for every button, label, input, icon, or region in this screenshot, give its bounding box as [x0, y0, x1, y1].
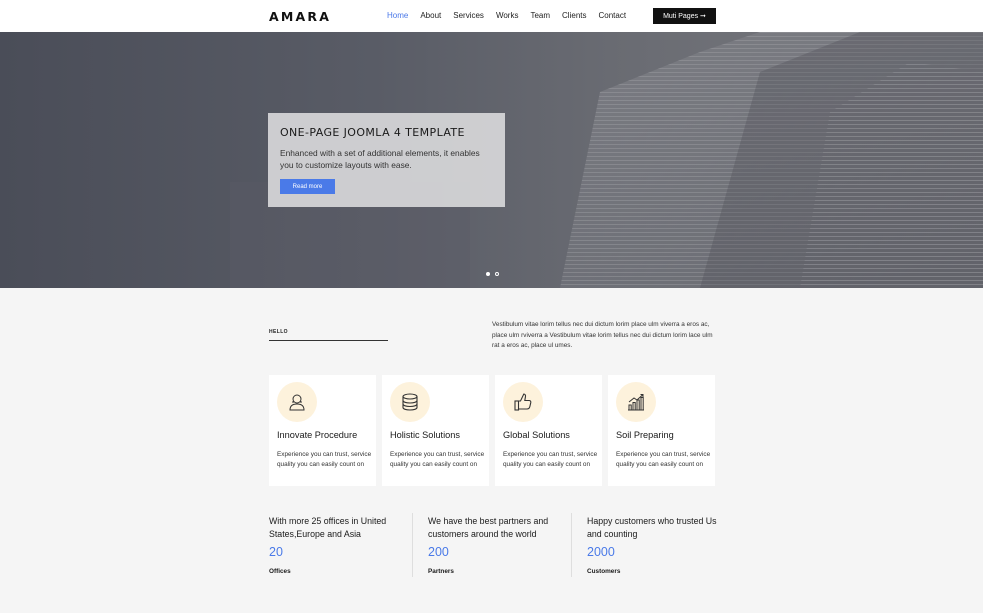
nav-team[interactable]: Team: [530, 10, 550, 22]
kicker-underline: [269, 340, 388, 341]
database-icon: [390, 382, 430, 422]
service-card: Innovate Procedure Experience you can tr…: [269, 375, 376, 486]
hero-title: ONE-PAGE JOOMLA 4 TEMPLATE: [280, 126, 465, 139]
nav-home[interactable]: Home: [387, 10, 408, 22]
read-more-button[interactable]: Read more: [280, 179, 335, 194]
hero-text: Enhanced with a set of additional elemen…: [280, 148, 480, 171]
card-title: Global Solutions: [503, 430, 570, 440]
main-nav: Home About Services Works Team Clients C…: [381, 10, 632, 22]
service-card: Holistic Solutions Experience you can tr…: [382, 375, 489, 486]
stat-text: We have the best partners and customers …: [428, 516, 549, 539]
card-text: Experience you can trust, service qualit…: [616, 451, 711, 468]
stat-text: With more 25 offices in United States,Eu…: [269, 516, 387, 539]
hero-slider: ONE-PAGE JOOMLA 4 TEMPLATE Enhanced with…: [0, 32, 983, 288]
slider-dots: [486, 272, 499, 276]
card-text: Experience you can trust, service qualit…: [390, 451, 485, 468]
stat-text: Happy customers who trusted Us and count…: [587, 516, 717, 539]
site-logo[interactable]: AMARA: [269, 9, 331, 24]
card-title: Soil Preparing: [616, 430, 674, 440]
section-kicker: HELLO: [269, 329, 288, 335]
user-icon: [277, 382, 317, 422]
multi-pages-button[interactable]: Muti Pages ➞: [653, 8, 716, 24]
slider-dot-1[interactable]: [486, 272, 490, 276]
stat-number: 20: [269, 545, 283, 559]
card-title: Innovate Procedure: [277, 430, 358, 440]
site-header: AMARA Home About Services Works Team Cli…: [0, 0, 983, 32]
stat-label: Partners: [428, 568, 454, 575]
nav-about[interactable]: About: [420, 10, 441, 22]
intro-paragraph: Vestibulum vitae lorim tellus nec dui di…: [492, 321, 713, 350]
stat-block: We have the best partners and customers …: [428, 515, 578, 575]
card-text: Experience you can trust, service qualit…: [503, 451, 598, 468]
service-card: Soil Preparing Experience you can trust,…: [608, 375, 715, 486]
nav-contact[interactable]: Contact: [598, 10, 626, 22]
card-text: Experience you can trust, service qualit…: [277, 451, 372, 468]
stat-label: Customers: [587, 568, 621, 575]
stat-divider: [412, 513, 413, 577]
stat-block: With more 25 offices in United States,Eu…: [269, 515, 419, 575]
nav-works[interactable]: Works: [496, 10, 519, 22]
slider-dot-2[interactable]: [495, 272, 499, 276]
nav-services[interactable]: Services: [453, 10, 484, 22]
stat-number: 2000: [587, 545, 615, 559]
stat-label: Offices: [269, 568, 291, 575]
stat-divider: [571, 513, 572, 577]
stat-block: Happy customers who trusted Us and count…: [587, 515, 737, 575]
card-title: Holistic Solutions: [390, 430, 460, 440]
bar-chart-icon: [616, 382, 656, 422]
thumbs-up-icon: [503, 382, 543, 422]
hero-card: ONE-PAGE JOOMLA 4 TEMPLATE Enhanced with…: [268, 113, 505, 207]
nav-clients[interactable]: Clients: [562, 10, 586, 22]
service-card: Global Solutions Experience you can trus…: [495, 375, 602, 486]
stat-number: 200: [428, 545, 449, 559]
